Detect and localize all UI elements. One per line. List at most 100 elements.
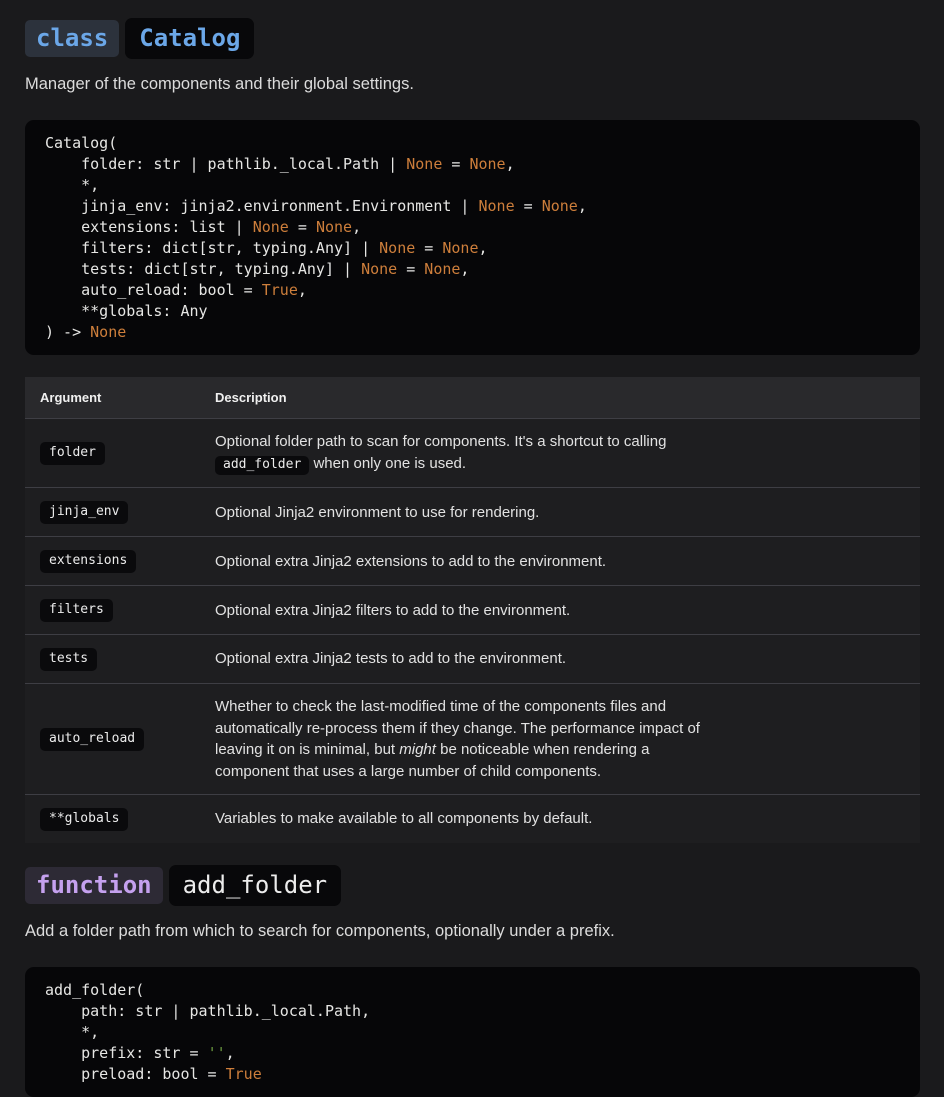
description-text: Optional Jinja2 environment to use for r…: [215, 502, 715, 524]
description-cell: Optional Jinja2 environment to use for r…: [215, 488, 920, 537]
code-token-kw: None: [442, 239, 478, 257]
code-line: **globals: Any: [45, 301, 900, 322]
code-token: ,: [298, 281, 307, 299]
code-token: auto_reload: bool =: [45, 281, 262, 299]
code-token-kw: None: [542, 197, 578, 215]
description-cell: Optional extra Jinja2 tests to add to th…: [215, 635, 920, 684]
code-line: extensions: list | None = None,: [45, 217, 900, 238]
description-segment: when only one is used.: [309, 455, 466, 472]
argument-row: **globalsVariables to make available to …: [25, 795, 920, 843]
code-token-kw: None: [478, 197, 514, 215]
class-signature-block: Catalog( folder: str | pathlib._local.Pa…: [25, 120, 920, 355]
code-token-kw: None: [316, 218, 352, 236]
code-token: ,: [226, 1044, 235, 1062]
arguments-table-body: folder Optional folder path to scan for c…: [25, 419, 920, 844]
code-token: Catalog(: [45, 134, 117, 152]
description-text: Variables to make available to all compo…: [215, 808, 715, 830]
code-token: =: [289, 218, 316, 236]
code-token: ) ->: [45, 323, 90, 341]
description-segment: Variables to make available to all compo…: [215, 810, 592, 827]
description-text: Optional folder path to scan for compone…: [215, 431, 715, 475]
description-cell: Whether to check the last-modified time …: [215, 684, 920, 795]
argument-chip: auto_reload: [40, 728, 144, 751]
function-signature-block: add_folder( path: str | pathlib._local.P…: [25, 967, 920, 1097]
argument-row: auto_reload Whether to check the last-mod…: [25, 684, 920, 795]
function-kind-badge: function: [25, 867, 163, 904]
code-line: preload: bool = True: [45, 1064, 900, 1085]
code-token-kw: None: [379, 239, 415, 257]
code-line: filters: dict[str, typing.Any] | None = …: [45, 238, 900, 259]
argument-chip: extensions: [40, 550, 136, 573]
argument-cell: **globals: [25, 795, 215, 843]
code-token-kw: True: [226, 1065, 262, 1083]
argument-row: folder Optional folder path to scan for c…: [25, 419, 920, 488]
argument-cell: filters: [25, 586, 215, 635]
description-cell: Optional extra Jinja2 extensions to add …: [215, 537, 920, 586]
code-token: prefix: str =: [45, 1044, 208, 1062]
emphasized-text: might: [399, 741, 436, 758]
code-token: =: [397, 260, 424, 278]
argument-cell: extensions: [25, 537, 215, 586]
code-line: ) -> None: [45, 322, 900, 343]
description-text: Optional extra Jinja2 extensions to add …: [215, 551, 715, 573]
code-token: tests: dict[str, typing.Any] |: [45, 260, 361, 278]
code-line: prefix: str = '',: [45, 1043, 900, 1064]
code-token: ,: [506, 155, 515, 173]
description-segment: Optional extra Jinja2 extensions to add …: [215, 553, 606, 570]
code-token-kw: None: [424, 260, 460, 278]
description-text: Optional extra Jinja2 tests to add to th…: [215, 648, 715, 670]
description-segment: Optional Jinja2 environment to use for r…: [215, 504, 539, 521]
function-summary: Add a folder path from which to search f…: [25, 923, 920, 940]
class-summary: Manager of the components and their glob…: [25, 76, 920, 93]
arguments-table: Argument Description folder Optional fold…: [25, 377, 920, 843]
description-segment: Optional extra Jinja2 filters to add to …: [215, 602, 570, 619]
code-token-kw: None: [406, 155, 442, 173]
code-token-kw: None: [361, 260, 397, 278]
argument-chip: tests: [40, 648, 97, 671]
description-cell: Variables to make available to all compo…: [215, 795, 920, 843]
code-line: jinja_env: jinja2.environment.Environmen…: [45, 196, 900, 217]
code-token: =: [515, 197, 542, 215]
description-text: Optional extra Jinja2 filters to add to …: [215, 600, 715, 622]
function-section: function add_folder Add a folder path fr…: [25, 865, 920, 1097]
code-token-kw: None: [90, 323, 126, 341]
code-token-kw: True: [262, 281, 298, 299]
argument-cell: folder: [25, 419, 215, 488]
code-token: =: [415, 239, 442, 257]
argument-chip: jinja_env: [40, 501, 128, 524]
code-line: folder: str | pathlib._local.Path | None…: [45, 154, 900, 175]
code-token: =: [442, 155, 469, 173]
code-line: auto_reload: bool = True,: [45, 280, 900, 301]
code-token-str: '': [208, 1044, 226, 1062]
argument-row: jinja_env Optional Jinja2 environment to …: [25, 488, 920, 537]
argument-row: filters Optional extra Jinja2 filters to …: [25, 586, 920, 635]
code-token: preload: bool =: [45, 1065, 226, 1083]
description-cell: Optional extra Jinja2 filters to add to …: [215, 586, 920, 635]
code-token: folder: str | pathlib._local.Path |: [45, 155, 406, 173]
code-line: Catalog(: [45, 133, 900, 154]
function-name-badge: add_folder: [169, 865, 342, 906]
description-text: Whether to check the last-modified time …: [215, 696, 715, 782]
code-token-kw: None: [469, 155, 505, 173]
table-header-row: Argument Description: [25, 377, 920, 419]
code-token: **globals: Any: [45, 302, 208, 320]
code-line: *,: [45, 175, 900, 196]
description-column-header: Description: [215, 377, 920, 419]
function-heading: function add_folder: [25, 865, 920, 906]
inline-code-chip: add_folder: [215, 456, 309, 476]
code-token: *,: [45, 1023, 99, 1041]
argument-cell: tests: [25, 635, 215, 684]
code-line: *,: [45, 1022, 900, 1043]
description-segment: Optional extra Jinja2 tests to add to th…: [215, 650, 566, 667]
code-token: *,: [45, 176, 99, 194]
code-token: ,: [460, 260, 469, 278]
argument-chip: filters: [40, 599, 113, 622]
argument-chip: folder: [40, 442, 105, 465]
code-token: ,: [478, 239, 487, 257]
code-line: tests: dict[str, typing.Any] | None = No…: [45, 259, 900, 280]
code-line: add_folder(: [45, 980, 900, 1001]
code-token: path: str | pathlib._local.Path,: [45, 1002, 370, 1020]
class-heading: class Catalog: [25, 18, 920, 59]
code-token: ,: [352, 218, 361, 236]
code-line: path: str | pathlib._local.Path,: [45, 1001, 900, 1022]
